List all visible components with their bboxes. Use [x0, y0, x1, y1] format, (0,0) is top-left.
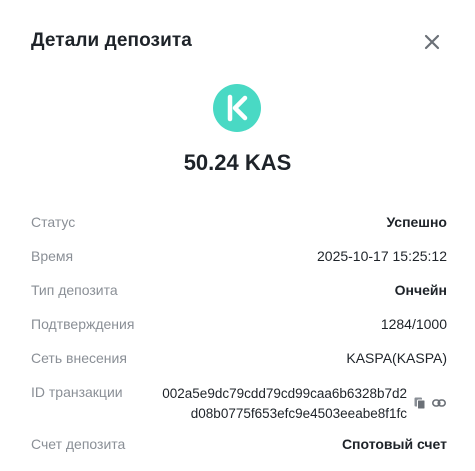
network-row: Сеть внесения KASPA(KASPA)	[31, 350, 447, 370]
deposit-amount: 50.24 KAS	[183, 150, 292, 175]
page-title: Детали депозита	[31, 30, 192, 51]
txid-line-1: 002a5e9dc79cdd79cd99caa6b6328b7d2	[162, 386, 407, 401]
network-value: KASPA(KASPA)	[346, 350, 447, 366]
time-value: 2025-10-17 15:25:12	[317, 248, 447, 264]
account-row: Счет депозита Спотовый счет	[31, 436, 447, 456]
confirmations-label: Подтверждения	[31, 316, 135, 332]
status-value: Успешно	[386, 214, 447, 230]
confirmations-row: Подтверждения 1284/1000	[31, 316, 447, 336]
txid-value: 002a5e9dc79cdd79cd99caa6b6328b7d2 d08b07…	[162, 384, 407, 424]
deposit-type-row: Тип депозита Ончейн	[31, 282, 447, 302]
confirmations-value: 1284/1000	[380, 316, 447, 332]
status-label: Статус	[31, 214, 76, 230]
time-label: Время	[31, 248, 74, 264]
deposit-type-label: Тип депозита	[31, 282, 118, 298]
deposit-type-value: Ончейн	[394, 282, 447, 298]
status-row: Статус Успешно	[31, 214, 447, 234]
network-label: Сеть внесения	[31, 350, 127, 366]
deposit-details-panel: Детали депозита 50.24 KAS Статус Успешно…	[0, 0, 475, 471]
account-value: Спотовый счет	[341, 436, 447, 452]
txid-line-2: d08b0775f653efc9e4503eeabe8f1fc	[190, 406, 407, 421]
link-icon[interactable]	[432, 396, 446, 410]
txid-label: ID транзакции	[31, 384, 123, 400]
txid-row: ID транзакции 002a5e9dc79cdd79cd99caa6b6…	[31, 384, 447, 424]
close-icon	[424, 34, 440, 50]
kaspa-icon	[213, 84, 261, 132]
copy-icon[interactable]	[413, 396, 427, 410]
close-button[interactable]	[420, 30, 444, 54]
account-label: Счет депозита	[31, 436, 126, 452]
time-row: Время 2025-10-17 15:25:12	[31, 248, 447, 268]
